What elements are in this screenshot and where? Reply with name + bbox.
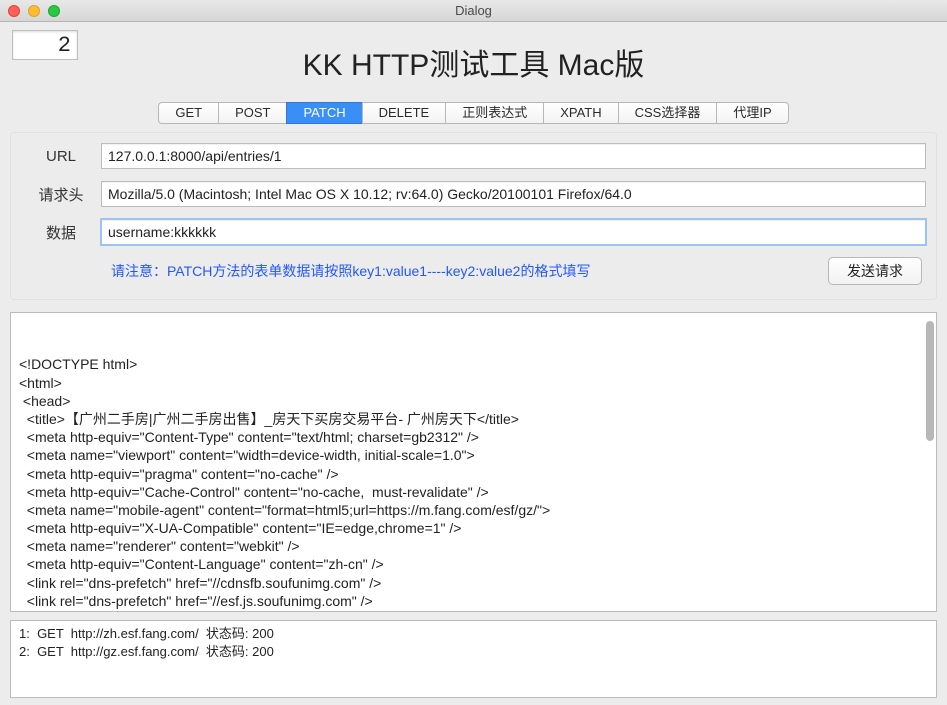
response-line: <meta http-equiv="Content-Language" cont…	[19, 555, 928, 573]
method-tabbar: GETPOSTPATCHDELETE正则表达式XPATHCSS选择器代理IP	[0, 102, 947, 124]
header-label: 请求头	[21, 184, 101, 205]
maximize-icon[interactable]	[48, 5, 60, 17]
tab-post[interactable]: POST	[218, 102, 286, 124]
response-line: <!DOCTYPE html>	[19, 355, 928, 373]
url-input[interactable]	[101, 143, 926, 169]
tab-delete[interactable]: DELETE	[362, 102, 446, 124]
tab-css选择器[interactable]: CSS选择器	[618, 102, 717, 124]
header-input[interactable]	[101, 181, 926, 207]
app-title: KK HTTP测试工具 Mac版	[0, 40, 947, 84]
response-panel[interactable]: <!DOCTYPE html><html> <head> <title>【广州二…	[10, 312, 937, 612]
url-row: URL	[21, 143, 926, 169]
response-line: <meta http-equiv="Content-Type" content=…	[19, 428, 928, 446]
response-line: <title>【广州二手房|广州二手房出售】_房天下买房交易平台- 广州房天下<…	[19, 410, 928, 428]
request-form-panel: URL 请求头 数据 请注意：PATCH方法的表单数据请按照key1:value…	[10, 132, 937, 300]
notice-row: 请注意：PATCH方法的表单数据请按照key1:value1----key2:v…	[21, 257, 926, 285]
minimize-icon[interactable]	[28, 5, 40, 17]
response-line: <meta http-equiv="X-UA-Compatible" conte…	[19, 519, 928, 537]
response-line: <meta http-equiv="Cache-Control" content…	[19, 483, 928, 501]
traffic-lights	[0, 5, 60, 17]
response-line: <meta name="renderer" content="webkit" /…	[19, 537, 928, 555]
header-row: 请求头	[21, 181, 926, 207]
data-row: 数据	[21, 219, 926, 245]
url-label: URL	[21, 148, 101, 165]
response-scrollbar[interactable]	[926, 321, 934, 441]
send-button[interactable]: 发送请求	[828, 257, 922, 285]
response-line: <link rel="dns-prefetch" href="//esf.js.…	[19, 592, 928, 610]
response-line: <link rel="dns-prefetch" href="//img1n.s…	[19, 610, 928, 612]
titlebar: Dialog	[0, 0, 947, 22]
response-line: <meta http-equiv="pragma" content="no-ca…	[19, 465, 928, 483]
tab-代理ip[interactable]: 代理IP	[716, 102, 788, 124]
response-line: <link rel="dns-prefetch" href="//cdnsfb.…	[19, 574, 928, 592]
close-icon[interactable]	[8, 5, 20, 17]
counter-display: 2	[12, 30, 78, 60]
tab-get[interactable]: GET	[158, 102, 218, 124]
tab-patch[interactable]: PATCH	[286, 102, 361, 124]
data-label: 数据	[21, 222, 101, 243]
patch-format-notice: 请注意：PATCH方法的表单数据请按照key1:value1----key2:v…	[21, 261, 828, 281]
tab-正则表达式[interactable]: 正则表达式	[445, 102, 543, 124]
response-line: <html>	[19, 374, 928, 392]
response-line: <meta name="viewport" content="width=dev…	[19, 446, 928, 464]
history-panel[interactable]: 1: GET http://zh.esf.fang.com/ 状态码: 2002…	[10, 620, 937, 698]
response-line: <head>	[19, 392, 928, 410]
response-line: <meta name="mobile-agent" content="forma…	[19, 501, 928, 519]
history-line: 2: GET http://gz.esf.fang.com/ 状态码: 200	[19, 643, 928, 661]
history-line: 1: GET http://zh.esf.fang.com/ 状态码: 200	[19, 625, 928, 643]
data-input[interactable]	[101, 219, 926, 245]
tab-xpath[interactable]: XPATH	[543, 102, 617, 124]
window-title: Dialog	[0, 3, 947, 18]
